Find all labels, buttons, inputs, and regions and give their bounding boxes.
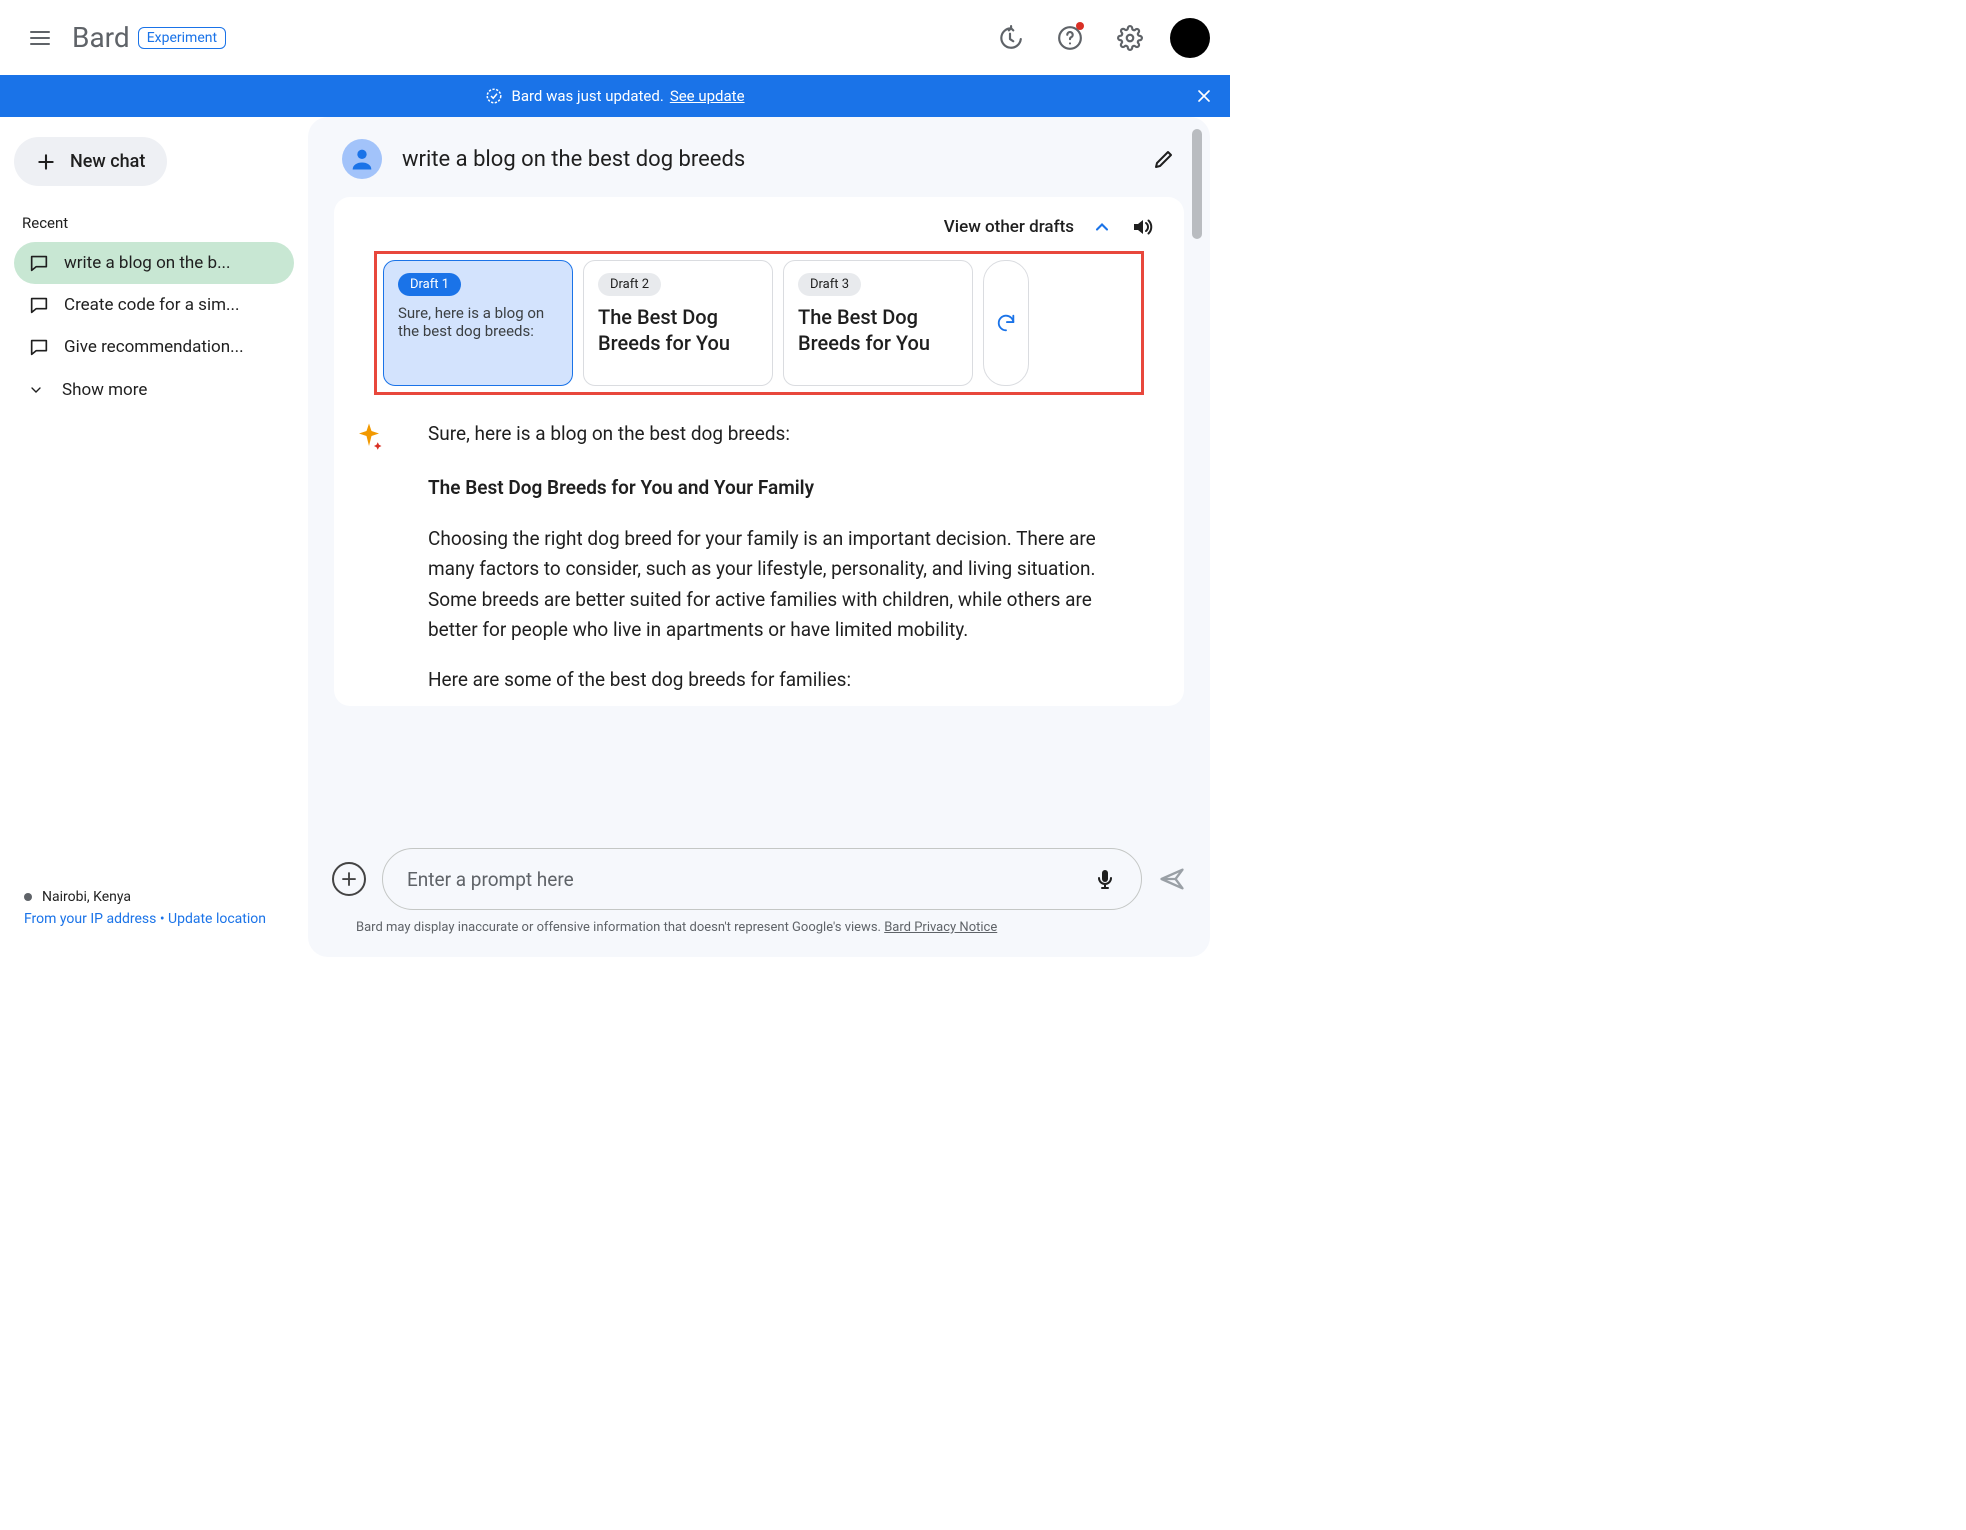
disclaimer: Bard may display inaccurate or offensive… — [332, 910, 1186, 949]
recent-label: Recent — [22, 214, 294, 232]
show-more-button[interactable]: Show more — [14, 368, 294, 412]
draft-preview: Sure, here is a blog on the best dog bre… — [398, 304, 558, 340]
disclaimer-text: Bard may display inaccurate or offensive… — [356, 920, 881, 935]
privacy-link[interactable]: Bard Privacy Notice — [884, 920, 997, 935]
drafts-panel: Draft 1 Sure, here is a blog on the best… — [374, 251, 1144, 395]
send-icon[interactable] — [1158, 865, 1186, 893]
new-chat-label: New chat — [70, 151, 145, 172]
chat-item[interactable]: write a blog on the b... — [14, 242, 294, 284]
chat-bubble-icon — [28, 252, 50, 274]
draft-card[interactable]: Draft 1 Sure, here is a blog on the best… — [383, 260, 573, 386]
sidebar: New chat Recent write a blog on the b...… — [0, 117, 308, 957]
chevron-up-icon[interactable] — [1092, 217, 1112, 237]
activity-icon[interactable] — [990, 18, 1030, 58]
edit-icon[interactable] — [1152, 147, 1176, 171]
draft-card[interactable]: Draft 3 The Best Dog Breeds for You — [783, 260, 973, 386]
banner-text: Bard was just updated. — [511, 87, 663, 105]
chat-item[interactable]: Create code for a sim... — [14, 284, 294, 326]
view-drafts-toggle[interactable]: View other drafts — [944, 217, 1074, 237]
chat-item-label: Create code for a sim... — [64, 295, 239, 315]
draft-badge: Draft 1 — [398, 273, 461, 296]
user-prompt-avatar — [342, 139, 382, 179]
location-dot-icon — [24, 893, 32, 901]
location-text: Nairobi, Kenya — [42, 889, 131, 905]
prompt-input[interactable]: Enter a prompt here — [382, 848, 1142, 910]
draft-preview: The Best Dog Breeds for You — [598, 304, 758, 356]
main: write a blog on the best dog breeds View… — [308, 117, 1230, 957]
chat-item-label: Give recommendation... — [64, 337, 244, 357]
header: Bard Experiment — [0, 0, 1230, 75]
update-banner: Bard was just updated. See update — [0, 75, 1230, 117]
input-area: Enter a prompt here Bard may display ina… — [308, 830, 1210, 957]
new-chat-button[interactable]: New chat — [14, 137, 167, 186]
banner-link[interactable]: See update — [670, 87, 745, 105]
draft-badge: Draft 3 — [798, 273, 861, 296]
help-icon[interactable] — [1050, 18, 1090, 58]
chat-item-label: write a blog on the b... — [64, 253, 231, 273]
response-paragraph: Here are some of the best dog breeds for… — [428, 665, 1144, 695]
settings-icon[interactable] — [1110, 18, 1150, 58]
draft-card[interactable]: Draft 2 The Best Dog Breeds for You — [583, 260, 773, 386]
response-intro: Sure, here is a blog on the best dog bre… — [428, 419, 1144, 449]
chat-bubble-icon — [28, 294, 50, 316]
response-heading: The Best Dog Breeds for You and Your Fam… — [428, 473, 1144, 503]
user-avatar[interactable] — [1170, 18, 1210, 58]
response-card: View other drafts Draft 1 Sure, here is … — [334, 197, 1184, 706]
response-body: Sure, here is a blog on the best dog bre… — [334, 395, 1184, 706]
add-button[interactable] — [332, 862, 366, 896]
prompt-row: write a blog on the best dog breeds — [308, 117, 1210, 197]
prompt-placeholder: Enter a prompt here — [407, 868, 574, 891]
draft-preview: The Best Dog Breeds for You — [798, 304, 958, 356]
prompt-text: write a blog on the best dog breeds — [402, 147, 1132, 172]
banner-close-icon[interactable] — [1194, 86, 1214, 106]
chat-bubble-icon — [28, 336, 50, 358]
logo: Bard — [72, 21, 130, 54]
draft-badge: Draft 2 — [598, 273, 661, 296]
mic-icon[interactable] — [1093, 867, 1117, 891]
menu-icon[interactable] — [20, 18, 60, 58]
regenerate-button[interactable] — [983, 260, 1029, 386]
chat-item[interactable]: Give recommendation... — [14, 326, 294, 368]
show-more-label: Show more — [62, 380, 147, 400]
scrollbar-thumb[interactable] — [1192, 129, 1202, 239]
update-location-link[interactable]: Update location — [168, 911, 266, 927]
location-footer: Nairobi, Kenya From your IP address • Up… — [14, 889, 294, 937]
experiment-badge: Experiment — [138, 27, 226, 49]
sparkle-icon — [354, 421, 384, 451]
response-paragraph: Choosing the right dog breed for your fa… — [428, 524, 1144, 646]
ip-source-link[interactable]: From your IP address — [24, 911, 156, 927]
notification-dot — [1076, 22, 1084, 30]
speaker-icon[interactable] — [1130, 215, 1154, 239]
